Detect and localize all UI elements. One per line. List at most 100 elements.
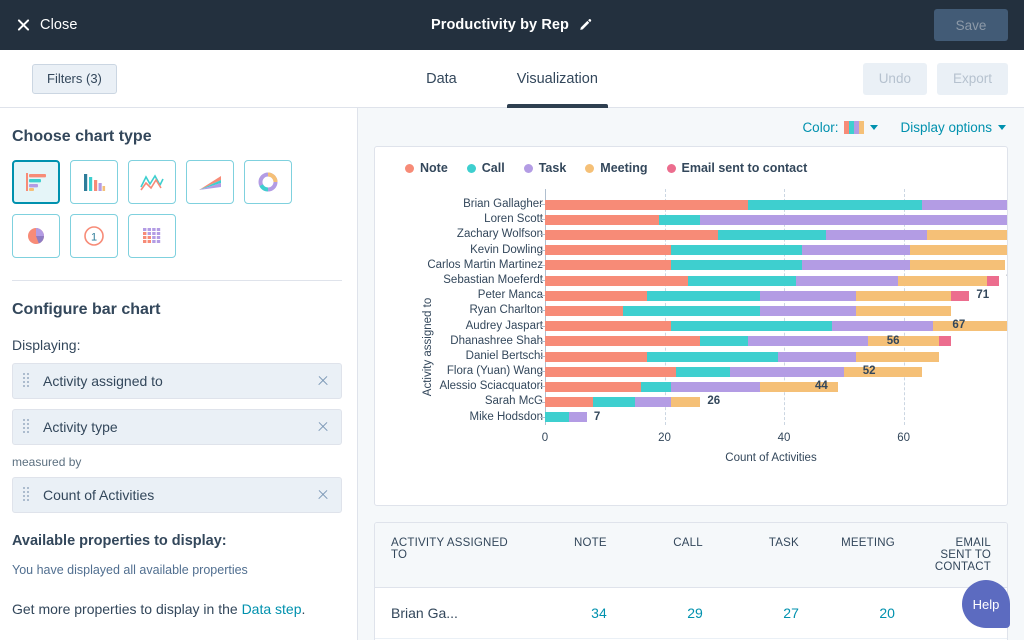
bar-segment-call[interactable] [641,382,671,392]
table-cell-value[interactable]: 29 [623,588,719,639]
chart-bar-row[interactable]: 56 [545,334,997,349]
bar-segment-call[interactable] [748,200,921,210]
chart-type-single-value[interactable]: 1 [70,214,118,258]
bar-segment-note[interactable] [545,276,688,286]
bar-segment-task[interactable] [700,215,1008,225]
bar-segment-meeting[interactable] [844,367,922,377]
bar-segment-call[interactable] [688,276,796,286]
chart-bar-row[interactable] [545,212,997,227]
bar-segment-call[interactable] [676,367,730,377]
column-header-note[interactable]: NOTE [527,523,623,588]
bar-segment-meeting[interactable] [910,260,1006,270]
bar-segment-note[interactable] [545,336,700,346]
legend-item-email-sent-to-contact[interactable]: Email sent to contact [667,161,808,175]
stacked-bar[interactable] [545,397,700,407]
table-cell-value[interactable]: 34 [527,588,623,639]
bar-segment-note[interactable] [545,245,671,255]
bar-segment-task[interactable] [671,382,761,392]
stacked-bar[interactable] [545,260,1005,270]
bar-segment-note[interactable] [545,291,647,301]
stacked-bar[interactable] [545,306,951,316]
property-chip-activity-assigned-to[interactable]: Activity assigned to [12,363,342,399]
bar-segment-meeting[interactable] [856,306,952,316]
remove-icon[interactable] [317,489,329,501]
bar-segment-call[interactable] [623,306,760,316]
chart-bar-row[interactable]: 77 [545,258,997,273]
bar-segment-call[interactable] [647,352,778,362]
bar-segment-task[interactable] [832,321,934,331]
pencil-icon[interactable] [578,18,593,33]
bar-segment-note[interactable] [545,230,718,240]
chart-bar-row[interactable]: 26 [545,395,997,410]
legend-item-task[interactable]: Task [524,161,567,175]
bar-segment-task[interactable] [635,397,671,407]
bar-segment-task[interactable] [922,200,1008,210]
bar-segment-call[interactable] [671,245,802,255]
bar-segment-call[interactable] [545,412,569,422]
legend-item-call[interactable]: Call [467,161,505,175]
bar-segment-call[interactable] [593,397,635,407]
stacked-bar[interactable] [545,291,969,301]
save-button[interactable]: Save [934,9,1008,41]
bar-segment-meeting[interactable] [933,321,1008,331]
stacked-bar[interactable] [545,245,1008,255]
stacked-bar[interactable] [545,276,999,286]
chart-bar-row[interactable]: 76 [545,273,997,288]
bar-segment-call[interactable] [647,291,761,301]
chart-bar-row[interactable]: 80 [545,243,997,258]
property-chip-activity-type[interactable]: Activity type [12,409,342,445]
bar-segment-note[interactable] [545,215,659,225]
help-button[interactable]: Help [962,580,1010,628]
stacked-bar[interactable] [545,412,587,422]
bar-segment-meeting[interactable] [856,291,952,301]
bar-segment-task[interactable] [748,336,868,346]
bar-segment-task[interactable] [778,352,856,362]
bar-segment-task[interactable] [730,367,844,377]
bar-segment-task[interactable] [569,412,587,422]
bar-segment-meeting[interactable] [910,245,1008,255]
bar-segment-task[interactable] [826,230,928,240]
bar-segment-task[interactable] [760,291,856,301]
color-picker[interactable]: Color: [802,120,878,135]
bar-segment-call[interactable] [700,336,748,346]
bar-segment-meeting[interactable] [671,397,701,407]
table-cell-value[interactable]: 20 [815,588,911,639]
chart-type-table[interactable] [128,214,176,258]
bar-segment-call[interactable] [671,260,802,270]
bar-segment-note[interactable] [545,397,593,407]
bar-segment-email-sent-to-contact[interactable] [939,336,951,346]
remove-icon[interactable] [317,421,329,433]
chart-bar-row[interactable] [545,349,997,364]
drag-handle-icon[interactable] [23,373,31,389]
chart-type-vertical-bar[interactable] [70,160,118,204]
bar-segment-email-sent-to-contact[interactable] [951,291,969,301]
chart-type-line[interactable] [128,160,176,204]
bar-segment-note[interactable] [545,200,748,210]
property-chip-count-of-activities[interactable]: Count of Activities [12,477,342,513]
legend-item-note[interactable]: Note [405,161,448,175]
stacked-bar[interactable] [545,200,1008,210]
bar-segment-task[interactable] [802,260,910,270]
table-cell-value[interactable]: 27 [719,588,815,639]
column-header-call[interactable]: CALL [623,523,719,588]
chart-bar-row[interactable]: 67 [545,319,997,334]
drag-handle-icon[interactable] [23,487,31,503]
column-header-task[interactable]: TASK [719,523,815,588]
chart-bar-row[interactable]: 89 [545,227,997,242]
bar-segment-note[interactable] [545,306,623,316]
stacked-bar[interactable] [545,215,1008,225]
chart-type-horizontal-bar[interactable] [12,160,60,204]
chart-bar-row[interactable]: 71 [545,288,997,303]
bar-segment-email-sent-to-contact[interactable] [987,276,999,286]
chart-type-donut[interactable] [244,160,292,204]
bar-segment-note[interactable] [545,260,671,270]
column-header-email-sent-to-contact[interactable]: EMAIL SENT TO CONTACT [911,523,1007,588]
bar-segment-note[interactable] [545,382,641,392]
column-header-activity-assigned-to[interactable]: ACTIVITY ASSIGNED TO [375,523,527,588]
bar-segment-meeting[interactable] [898,276,988,286]
legend-item-meeting[interactable]: Meeting [585,161,647,175]
bar-segment-meeting[interactable] [927,230,1008,240]
bar-segment-task[interactable] [796,276,898,286]
chart-bar-row[interactable]: 7 [545,410,997,425]
tab-visualization[interactable]: Visualization [515,50,600,108]
